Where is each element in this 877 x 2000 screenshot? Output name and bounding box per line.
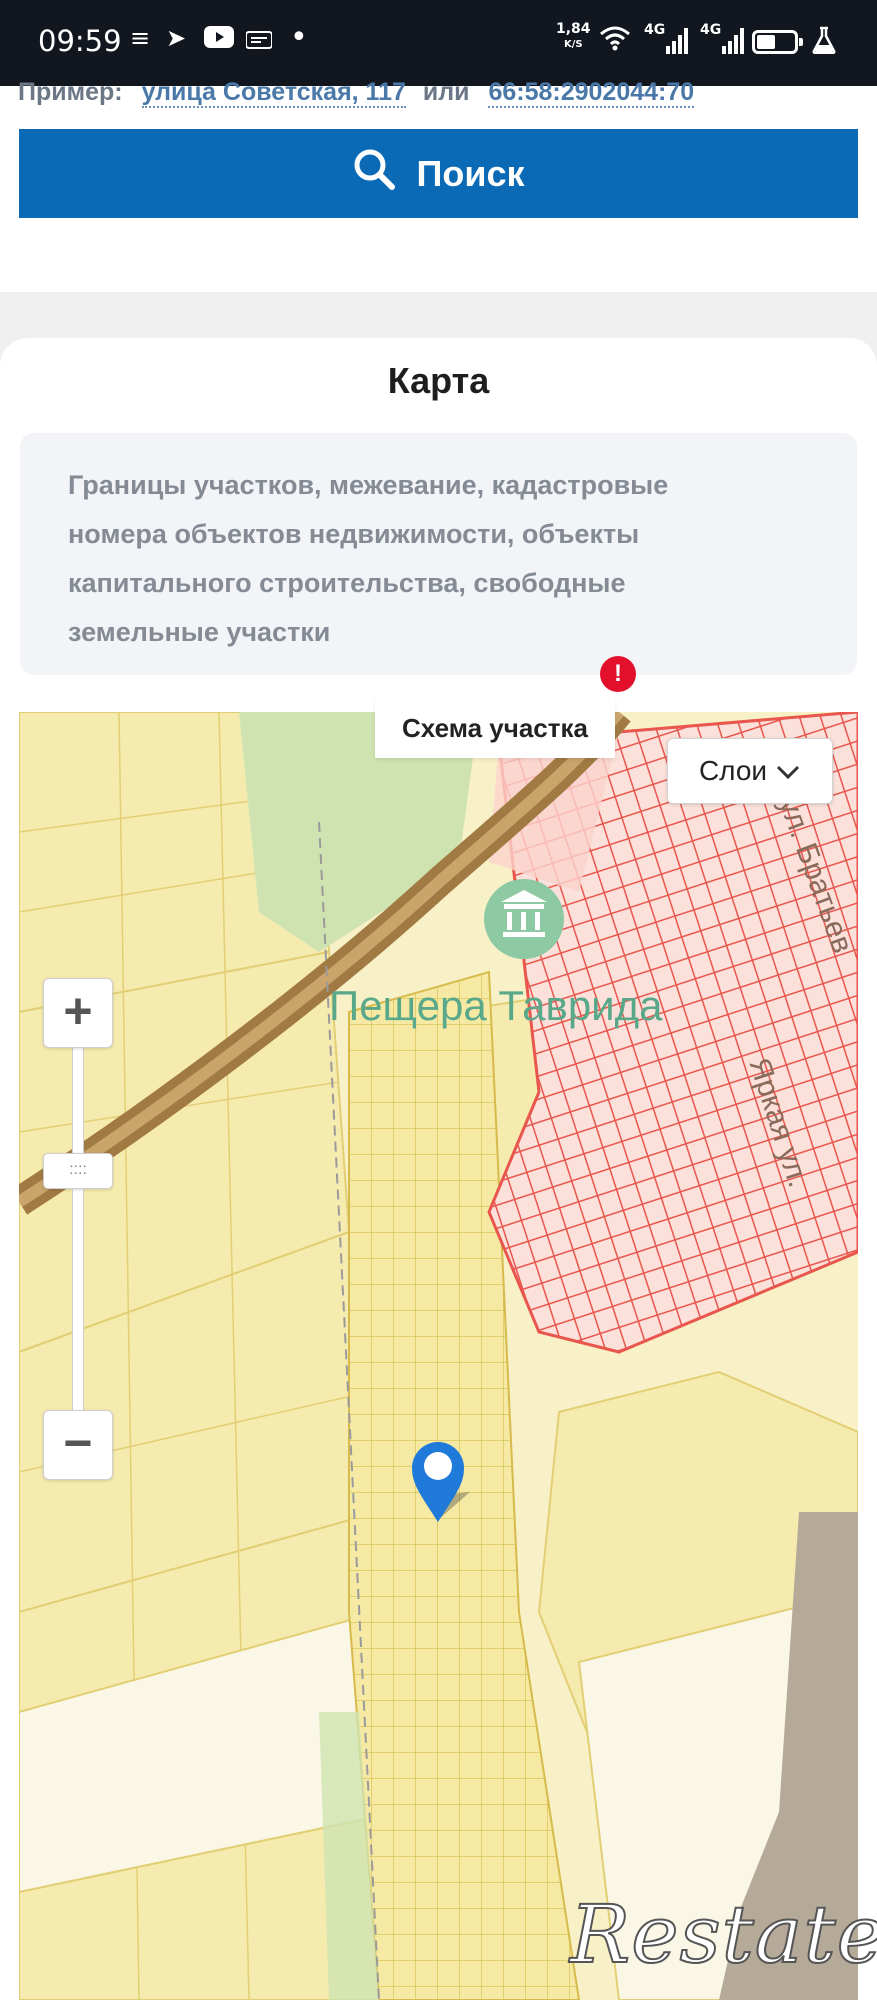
example-label: Пример:: [18, 78, 123, 106]
description-line: капитального строительства, свободные: [68, 568, 626, 598]
example-cadastral-link[interactable]: 66:58:2902044:70: [488, 78, 695, 108]
chevron-down-icon: [775, 755, 801, 787]
map-canvas[interactable]: Пещера Таврида ул. Братьев Яркая ул.: [19, 712, 858, 2000]
flask-icon: [812, 26, 836, 60]
place-label: Пещера Таврида: [329, 982, 663, 1029]
zoom-in-button[interactable]: +: [43, 978, 113, 1048]
wifi-icon: [598, 24, 632, 58]
map-pin-icon[interactable]: [410, 1432, 480, 1537]
zoom-out-button[interactable]: −: [43, 1410, 113, 1480]
signal-icon-2: [722, 28, 744, 60]
example-address-link[interactable]: улица Советская, 117: [141, 78, 406, 108]
description-line: Границы участков, межевание, кадастровые: [68, 470, 669, 500]
dot-icon: •: [290, 20, 308, 55]
example-or: или: [422, 78, 470, 106]
cadastral-map[interactable]: Пещера Таврида ул. Братьев Яркая ул.: [19, 712, 858, 2000]
status-bar: 09:59 ≡ ➤ • 1,84 K/S 4G 4G: [0, 0, 877, 86]
telegram-icon: ➤: [166, 24, 187, 52]
search-button-label: Поиск: [416, 152, 525, 194]
notification-icon: ≡: [130, 24, 151, 52]
battery-icon: [752, 30, 803, 54]
zoom-slider-track[interactable]: [72, 1045, 84, 1412]
network-speed: 1,84 K/S: [556, 22, 591, 52]
network-type-2: 4G: [700, 22, 722, 38]
search-icon: [352, 147, 396, 200]
map-description-box: Границы участков, межевание, кадастровые…: [20, 433, 857, 675]
layers-label: Слои: [698, 755, 768, 786]
museum-icon: [484, 879, 564, 959]
search-example: Пример: улица Советская, 117 или 66:58:2…: [18, 78, 695, 108]
layers-dropdown[interactable]: Слои: [667, 738, 833, 804]
description-line: номера объектов недвижимости, объекты: [68, 519, 640, 549]
tab-parcel-scheme[interactable]: Схема участка: [375, 698, 615, 758]
status-time: 09:59: [38, 24, 122, 58]
signal-icon: [666, 28, 688, 60]
search-button[interactable]: Поиск: [19, 129, 858, 218]
youtube-icon: [204, 26, 234, 54]
bank-app-icon: [245, 28, 273, 56]
alert-icon[interactable]: !: [600, 656, 636, 692]
watermark-logo: Restate: [569, 1887, 877, 1982]
network-type-1: 4G: [644, 22, 666, 38]
speed-unit: K/S: [563, 39, 583, 50]
speed-value: 1,84: [556, 21, 591, 37]
zoom-slider-handle[interactable]: ::::: [43, 1153, 113, 1189]
map-section-title: Карта: [387, 360, 490, 401]
description-line: земельные участки: [68, 617, 331, 647]
